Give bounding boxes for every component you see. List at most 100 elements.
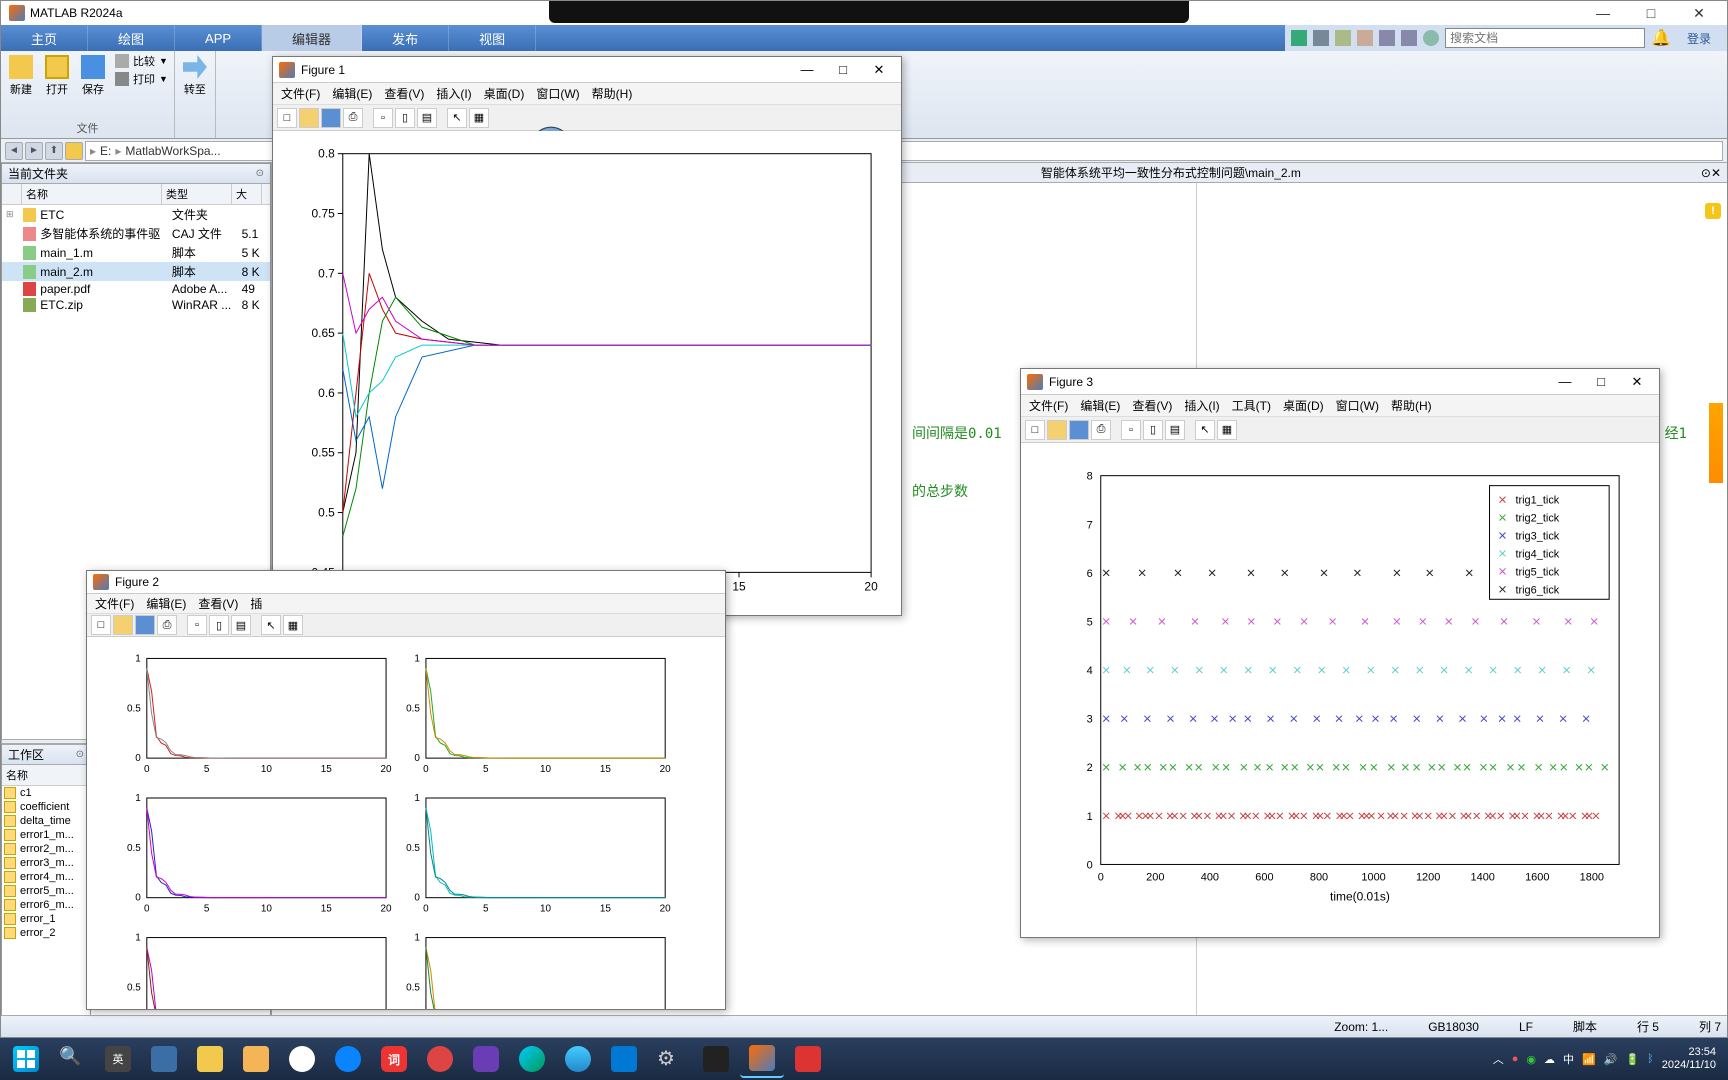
menu-item[interactable]: 编辑(E) <box>332 85 372 102</box>
file-row[interactable]: paper.pdfAdobe A...49 <box>2 281 270 297</box>
colorbar-icon[interactable]: ▤ <box>417 108 437 128</box>
menu-item[interactable]: 桌面(D) <box>484 85 525 102</box>
compare-button[interactable]: 比较▼ <box>115 53 168 69</box>
colorbar-icon[interactable]: ▤ <box>1165 420 1185 440</box>
colorbar-icon[interactable]: ▤ <box>231 615 251 635</box>
link-icon[interactable]: ▯ <box>1143 420 1163 440</box>
tray-wifi-icon[interactable]: 📶 <box>1582 1053 1596 1066</box>
tab-view[interactable]: 视图 <box>449 25 536 51</box>
figure-2-window[interactable]: Figure 2 文件(F)编辑(E)查看(V)插 □ ⎙ ▫ ▯ ▤ ↖ ▦ … <box>86 570 726 1010</box>
search-button[interactable]: 🔍 <box>50 1040 94 1078</box>
ws-var[interactable]: error5_m... <box>2 884 90 898</box>
ws-var[interactable]: error4_m... <box>2 870 90 884</box>
copy-icon[interactable] <box>1335 30 1351 46</box>
settings-app[interactable]: ⚙ <box>648 1040 692 1078</box>
tab-publish[interactable]: 发布 <box>362 25 449 51</box>
print-fig-icon[interactable]: ⎙ <box>157 615 177 635</box>
pointer-icon[interactable]: ↖ <box>1195 420 1215 440</box>
file-row[interactable]: main_1.m脚本5 K <box>2 243 270 262</box>
editor-menu-icon[interactable]: ⊙ <box>1701 166 1711 180</box>
taskview-button[interactable] <box>142 1040 186 1078</box>
tab-editor[interactable]: 编辑器 <box>262 25 362 51</box>
ws-var[interactable]: error3_m... <box>2 856 90 870</box>
menu-item[interactable]: 文件(F) <box>281 85 320 102</box>
menu-item[interactable]: 插入(I) <box>1184 397 1219 414</box>
tray-rec-icon[interactable]: ● <box>1512 1053 1519 1065</box>
fig1-close[interactable]: ✕ <box>863 62 895 78</box>
folder-icon[interactable] <box>65 142 83 160</box>
link-icon[interactable]: ▯ <box>209 615 229 635</box>
menu-item[interactable]: 编辑(E) <box>1080 397 1120 414</box>
app-m[interactable] <box>418 1040 462 1078</box>
tab-apps[interactable]: APP <box>175 25 262 51</box>
maximize-button[interactable]: □ <box>1631 5 1671 22</box>
ws-var[interactable]: delta_time <box>2 814 90 828</box>
system-tray[interactable]: ︿ ● ◉ ☁ 中 📶 🔊 🔋 ᛒ 23:54 2024/11/10 <box>1485 1046 1724 1072</box>
menu-item[interactable]: 插 <box>250 595 262 612</box>
datatip-icon[interactable]: ▫ <box>187 615 207 635</box>
edge-app[interactable] <box>510 1040 554 1078</box>
back-button[interactable]: ◄ <box>5 142 23 160</box>
terminal-app[interactable] <box>694 1040 738 1078</box>
menu-item[interactable]: 帮助(H) <box>592 85 633 102</box>
ime-lang[interactable]: 英 <box>96 1040 140 1078</box>
tray-ime-icon[interactable]: 中 <box>1563 1051 1574 1067</box>
new-fig-icon[interactable]: □ <box>277 108 297 128</box>
link-icon[interactable]: ▯ <box>395 108 415 128</box>
tray-bluetooth-icon[interactable]: ᛒ <box>1647 1053 1654 1065</box>
menu-item[interactable]: 窗口(W) <box>536 85 579 102</box>
props-icon[interactable]: ▦ <box>469 108 489 128</box>
menu-item[interactable]: 查看(V) <box>1132 397 1172 414</box>
open-fig-icon[interactable] <box>299 108 319 128</box>
menu-item[interactable]: 查看(V) <box>198 595 238 612</box>
status-zoom[interactable]: Zoom: 1... <box>1334 1020 1388 1034</box>
file-row[interactable]: ETC.zipWinRAR ...8 K <box>2 297 270 313</box>
fig3-close[interactable]: ✕ <box>1621 374 1653 390</box>
ws-var[interactable]: c1 <box>2 786 90 800</box>
marker-bar[interactable] <box>1709 403 1723 483</box>
tray-battery-icon[interactable]: 🔋 <box>1625 1053 1639 1066</box>
minimize-button[interactable]: — <box>1583 5 1623 22</box>
goto-button[interactable]: 转至 <box>181 53 209 99</box>
file-row[interactable]: main_2.m脚本8 K <box>2 262 270 281</box>
fig3-max[interactable]: □ <box>1585 374 1617 390</box>
figure3-axes[interactable]: 0200400600800100012001400160018000123456… <box>1021 443 1659 937</box>
tray-chevron-icon[interactable]: ︿ <box>1493 1051 1504 1067</box>
clock[interactable]: 23:54 2024/11/10 <box>1662 1046 1716 1072</box>
notes-app[interactable] <box>234 1040 278 1078</box>
new-fig-icon[interactable]: □ <box>91 615 111 635</box>
datatip-icon[interactable]: ▫ <box>373 108 393 128</box>
save-fig-icon[interactable] <box>321 108 341 128</box>
bell-icon[interactable]: 🔔 <box>1651 28 1671 48</box>
figure2-axes[interactable]: 0510152000.510510152000.510510152000.510… <box>87 637 725 1009</box>
print-fig-icon[interactable]: ⎙ <box>1091 420 1111 440</box>
pointer-icon[interactable]: ↖ <box>261 615 281 635</box>
print-button[interactable]: 打印▼ <box>115 71 168 87</box>
menu-item[interactable]: 文件(F) <box>1029 397 1068 414</box>
status-eol[interactable]: LF <box>1519 1020 1533 1034</box>
ws-var[interactable]: error2_m... <box>2 842 90 856</box>
undo-icon[interactable] <box>1379 30 1395 46</box>
ws-var[interactable]: coefficient <box>2 800 90 814</box>
props-icon[interactable]: ▦ <box>1217 420 1237 440</box>
save-button[interactable]: 保存 <box>79 53 107 99</box>
panel-menu-icon[interactable]: ⊙ <box>256 168 264 179</box>
warning-icon[interactable]: ! <box>1705 203 1721 219</box>
vscode-app[interactable] <box>602 1040 646 1078</box>
cut-icon[interactable] <box>1313 30 1329 46</box>
tray-wechat-icon[interactable]: ◉ <box>1526 1053 1536 1066</box>
fig1-max[interactable]: □ <box>827 62 859 78</box>
menu-item[interactable]: 编辑(E) <box>146 595 186 612</box>
close-button[interactable]: ✕ <box>1679 5 1719 22</box>
ws-var[interactable]: error_2 <box>2 926 90 940</box>
editor-close-icon[interactable]: ✕ <box>1711 166 1721 180</box>
new-fig-icon[interactable]: □ <box>1025 420 1045 440</box>
qq-app[interactable] <box>280 1040 324 1078</box>
redo-icon[interactable] <box>1401 30 1417 46</box>
datatip-icon[interactable]: ▫ <box>1121 420 1141 440</box>
menu-item[interactable]: 查看(V) <box>384 85 424 102</box>
start-button[interactable] <box>4 1040 48 1078</box>
menu-item[interactable]: 工具(T) <box>1232 397 1271 414</box>
menu-item[interactable]: 窗口(W) <box>1336 397 1379 414</box>
ws-var[interactable]: error6_m... <box>2 898 90 912</box>
